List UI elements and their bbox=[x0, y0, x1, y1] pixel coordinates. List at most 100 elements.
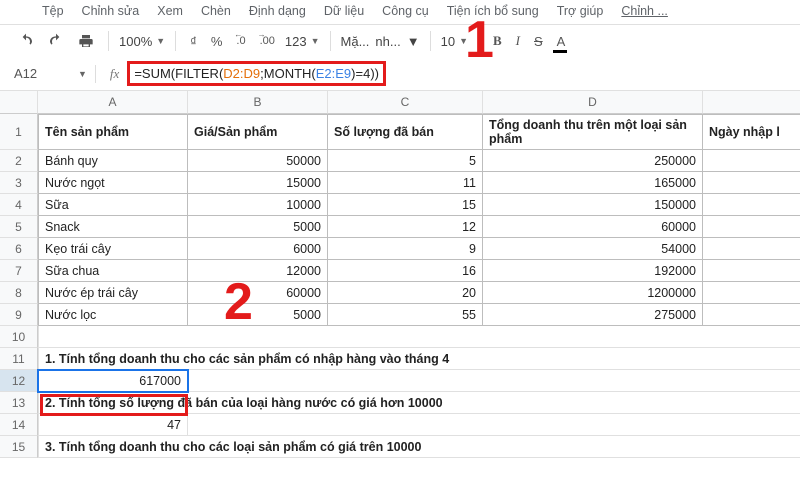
cell[interactable] bbox=[703, 150, 800, 172]
row-header-14[interactable]: 14 bbox=[0, 414, 38, 436]
header-cell[interactable]: Tên sản phẩm bbox=[38, 114, 188, 150]
cell[interactable]: Sữa chua bbox=[38, 260, 188, 282]
col-header-d[interactable]: D bbox=[483, 91, 703, 114]
number-format-select[interactable]: 123▼ bbox=[285, 34, 320, 49]
cell[interactable]: 16 bbox=[328, 260, 483, 282]
cell[interactable]: 5 bbox=[328, 150, 483, 172]
cell[interactable]: 54000 bbox=[483, 238, 703, 260]
menu-view[interactable]: Xem bbox=[157, 4, 183, 18]
text-color-button[interactable]: A bbox=[553, 32, 570, 51]
cell[interactable]: Kẹo trái cây bbox=[38, 238, 188, 260]
select-all-corner[interactable] bbox=[0, 91, 38, 114]
cell[interactable]: Nước ép trái cây bbox=[38, 282, 188, 304]
col-header-b[interactable]: B bbox=[188, 91, 328, 114]
cell[interactable]: 5000 bbox=[188, 304, 328, 326]
font-select[interactable]: Mặ... bbox=[341, 34, 370, 49]
cell-a12-selected[interactable]: 617000 bbox=[38, 370, 188, 392]
cell[interactable] bbox=[703, 238, 800, 260]
cell[interactable]: 5000 bbox=[188, 216, 328, 238]
italic-button[interactable]: I bbox=[512, 31, 524, 51]
cell-summary-3-title[interactable]: 3. Tính tổng doanh thu cho các loại sản … bbox=[38, 436, 800, 458]
cell[interactable]: 50000 bbox=[188, 150, 328, 172]
cell-a14[interactable]: 47 bbox=[38, 414, 188, 436]
cell[interactable]: 12000 bbox=[188, 260, 328, 282]
cell[interactable]: 192000 bbox=[483, 260, 703, 282]
header-cell[interactable]: Giá/Sản phẩm bbox=[188, 114, 328, 150]
header-cell[interactable]: Tổng doanh thu trên một loại sản phẩm bbox=[483, 114, 703, 150]
cell[interactable]: 275000 bbox=[483, 304, 703, 326]
strike-button[interactable]: S bbox=[530, 32, 547, 51]
dec-increase-button[interactable]: .00→ bbox=[256, 33, 279, 49]
cell[interactable]: 1200000 bbox=[483, 282, 703, 304]
row-header-10[interactable]: 10 bbox=[0, 326, 38, 348]
cell-summary-1-title[interactable]: 1. Tính tổng doanh thu cho các sản phẩm … bbox=[38, 348, 800, 370]
cell[interactable]: 15000 bbox=[188, 172, 328, 194]
cell[interactable]: 55 bbox=[328, 304, 483, 326]
row-header-12[interactable]: 12 bbox=[0, 370, 38, 392]
cell[interactable]: 150000 bbox=[483, 194, 703, 216]
cell[interactable] bbox=[703, 216, 800, 238]
menu-file[interactable]: Tệp bbox=[42, 4, 64, 18]
cell[interactable]: 9 bbox=[328, 238, 483, 260]
row-header[interactable]: 8 bbox=[0, 282, 38, 304]
spreadsheet-grid[interactable]: A B C D 1 Tên sản phẩm Giá/Sản phẩm Số l… bbox=[0, 91, 800, 458]
cell[interactable]: 10000 bbox=[188, 194, 328, 216]
row-header[interactable]: 7 bbox=[0, 260, 38, 282]
cell[interactable] bbox=[188, 370, 800, 392]
redo-button[interactable] bbox=[44, 31, 68, 51]
row-header[interactable]: 4 bbox=[0, 194, 38, 216]
col-header-c[interactable]: C bbox=[328, 91, 483, 114]
cell[interactable]: Nước lọc bbox=[38, 304, 188, 326]
cell[interactable]: Bánh quy bbox=[38, 150, 188, 172]
menu-edit[interactable]: Chỉnh sửa bbox=[82, 4, 140, 18]
menu-insert[interactable]: Chèn bbox=[201, 4, 231, 18]
cell[interactable]: 12 bbox=[328, 216, 483, 238]
row-header-11[interactable]: 11 bbox=[0, 348, 38, 370]
name-box[interactable]: A12 bbox=[10, 64, 70, 83]
col-header-e[interactable] bbox=[703, 91, 800, 114]
cell-blank[interactable] bbox=[38, 326, 800, 348]
row-header[interactable]: 2 bbox=[0, 150, 38, 172]
undo-button[interactable] bbox=[14, 31, 38, 51]
formula-bar[interactable]: =SUM(FILTER(D2:D9;MONTH(E2:E9)=4)) bbox=[127, 61, 386, 86]
cell[interactable]: 165000 bbox=[483, 172, 703, 194]
menu-tools[interactable]: Công cụ bbox=[382, 4, 429, 18]
row-header-15[interactable]: 15 bbox=[0, 436, 38, 458]
cell[interactable]: 250000 bbox=[483, 150, 703, 172]
row-header[interactable]: 9 bbox=[0, 304, 38, 326]
cell[interactable]: 15 bbox=[328, 194, 483, 216]
cell[interactable] bbox=[188, 414, 800, 436]
cell[interactable] bbox=[703, 282, 800, 304]
cell[interactable]: 60000 bbox=[483, 216, 703, 238]
row-header[interactable]: 5 bbox=[0, 216, 38, 238]
menu-help[interactable]: Trợ giúp bbox=[557, 4, 604, 18]
zoom-select[interactable]: 100%▼ bbox=[119, 34, 165, 49]
cell[interactable]: 11 bbox=[328, 172, 483, 194]
header-cell[interactable]: Số lượng đã bán bbox=[328, 114, 483, 150]
dec-decrease-button[interactable]: .0← bbox=[232, 33, 249, 49]
cell[interactable]: 20 bbox=[328, 282, 483, 304]
cell[interactable] bbox=[703, 194, 800, 216]
row-header-13[interactable]: 13 bbox=[0, 392, 38, 414]
cell[interactable]: 60000 bbox=[188, 282, 328, 304]
row-header[interactable]: 6 bbox=[0, 238, 38, 260]
menu-format[interactable]: Định dạng bbox=[249, 4, 306, 18]
cell[interactable] bbox=[703, 260, 800, 282]
cell[interactable]: Nước ngọt bbox=[38, 172, 188, 194]
print-button[interactable] bbox=[74, 31, 98, 51]
name-box-dropdown-icon[interactable]: ▼ bbox=[78, 69, 87, 79]
cell[interactable] bbox=[703, 304, 800, 326]
cell[interactable]: 6000 bbox=[188, 238, 328, 260]
menu-addons[interactable]: Tiện ích bổ sung bbox=[447, 4, 539, 18]
font-size[interactable]: 10▼ bbox=[441, 34, 468, 49]
percent-button[interactable]: % bbox=[207, 32, 227, 51]
row-header[interactable]: 3 bbox=[0, 172, 38, 194]
font-dropdown-icon[interactable]: ▼ bbox=[407, 34, 420, 49]
cell[interactable]: Sữa bbox=[38, 194, 188, 216]
col-header-a[interactable]: A bbox=[38, 91, 188, 114]
cell-summary-2-title[interactable]: 2. Tính tổng số lượng đã bán của loại hà… bbox=[38, 392, 800, 414]
row-header-1[interactable]: 1 bbox=[0, 114, 38, 150]
bold-button[interactable]: B bbox=[489, 31, 506, 51]
cell[interactable]: Snack bbox=[38, 216, 188, 238]
currency-button[interactable]: ₫ bbox=[186, 32, 201, 51]
